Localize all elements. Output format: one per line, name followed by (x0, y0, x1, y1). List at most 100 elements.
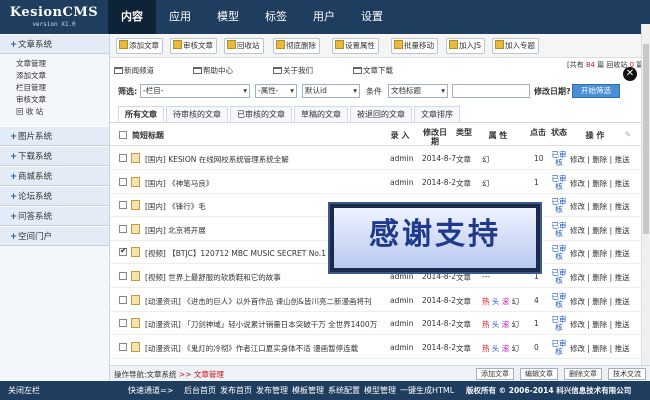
row-delete-link[interactable]: 删除 (592, 344, 607, 353)
article-title[interactable]: [国内] KESION 在线网校系统管理系统全解 (145, 154, 380, 165)
row-edit-link[interactable]: 修改 (570, 320, 585, 329)
row-edit-link[interactable]: 修改 (570, 273, 585, 282)
sidebar-section-article[interactable]: +文章系统 (0, 34, 109, 54)
row-delete-link[interactable]: 删除 (592, 320, 607, 329)
nav-apps[interactable]: 应用 (156, 0, 204, 34)
tab-all[interactable]: 所有文章 (118, 106, 164, 122)
row-checkbox[interactable] (119, 177, 127, 186)
article-status[interactable]: 已审核 (550, 198, 568, 214)
row-delete-link[interactable]: 删除 (592, 179, 607, 188)
row-checkbox[interactable] (119, 246, 127, 257)
article-status[interactable]: 已审核 (550, 316, 568, 332)
nav-models[interactable]: 模型 (204, 0, 252, 34)
sidebar-item-column-manage[interactable]: 栏目管理 (16, 82, 109, 94)
nav-tags[interactable]: 标签 (252, 0, 300, 34)
tab-approved[interactable]: 已审核的文章 (230, 106, 292, 122)
sidebar-item-review-article[interactable]: 审核文章 (16, 94, 109, 106)
sidebar-section-qa[interactable]: +问答系统 (0, 206, 109, 226)
article-status[interactable]: 已审核 (550, 221, 568, 238)
article-status[interactable]: 已审核 (550, 269, 568, 285)
sidebar-section-forum[interactable]: +论坛系统 (0, 186, 109, 206)
row-delete-link[interactable]: 删除 (592, 202, 607, 211)
condition-select[interactable]: 文档标题 ▾ (388, 84, 448, 98)
column-select[interactable]: -栏目- ▾ (140, 84, 250, 98)
tab-pending[interactable]: 待审核的文章 (166, 106, 228, 122)
edit-icon[interactable]: ✎ (622, 130, 634, 139)
row-delete-link[interactable]: 删除 (592, 155, 607, 164)
row-edit-link[interactable]: 修改 (570, 155, 585, 164)
channel-download[interactable]: 文章下载 (353, 65, 393, 76)
row-push-link[interactable]: 推送 (615, 179, 630, 188)
row-delete-link[interactable]: 删除 (592, 249, 607, 258)
row-edit-link[interactable]: 修改 (570, 202, 585, 211)
recycle-button[interactable]: 回收站 (224, 38, 264, 54)
nav-users[interactable]: 用户 (300, 0, 348, 34)
footer-link-publish-home[interactable]: 发布首页 (220, 385, 252, 396)
bottom-add-button[interactable]: 添加文章 (476, 368, 514, 380)
footer-link-template-manage[interactable]: 模板管理 (292, 385, 324, 396)
set-attributes-button[interactable]: 设置属性 (332, 38, 379, 54)
channel-about[interactable]: 关于我们 (273, 65, 313, 76)
channel-help[interactable]: 帮助中心 (193, 65, 233, 76)
row-checkbox[interactable] (119, 295, 127, 304)
sidebar-section-image[interactable]: +图片系统 (0, 126, 109, 146)
row-push-link[interactable]: 推送 (615, 226, 630, 235)
keyword-input[interactable] (452, 84, 530, 98)
footer-link-publish-manage[interactable]: 发布管理 (256, 385, 288, 396)
channel-news[interactable]: 新闻频道 (114, 65, 154, 76)
article-status[interactable]: 已审核 (550, 339, 568, 356)
article-title[interactable]: [国内] 《神笔马良》 (145, 178, 380, 189)
row-edit-link[interactable]: 修改 (570, 179, 585, 188)
article-status[interactable]: 已审核 (550, 292, 568, 309)
breadcrumb-item[interactable]: 文章系统 (147, 370, 177, 379)
attribute-select[interactable]: -属性- ▾ (255, 84, 297, 98)
close-sidebar-link[interactable]: 关闭左栏 (8, 385, 40, 396)
footer-link-generate-html[interactable]: 一键生成HTML (400, 385, 454, 396)
delete-forever-button[interactable]: 彻底删除 (273, 38, 320, 54)
row-push-link[interactable]: 推送 (615, 155, 630, 164)
batch-move-button[interactable]: 批量移动 (391, 38, 438, 54)
close-icon[interactable]: ✕ (623, 67, 637, 81)
sidebar-item-article-manage[interactable]: 文章管理 (16, 58, 109, 70)
bottom-edit-button[interactable]: 编辑文章 (520, 368, 558, 380)
footer-link-admin-home[interactable]: 后台首页 (184, 385, 216, 396)
bottom-delete-button[interactable]: 删除文章 (564, 368, 602, 380)
row-delete-link[interactable]: 删除 (592, 273, 607, 282)
sidebar-section-download[interactable]: +下载系统 (0, 146, 109, 166)
tab-drafts[interactable]: 草稿的文章 (294, 106, 348, 122)
row-checkbox[interactable] (119, 272, 127, 280)
row-checkbox[interactable] (119, 319, 127, 328)
scroll-thumb[interactable] (643, 44, 649, 234)
article-title[interactable]: [动漫资讯] 「刀剑神域」轻小说累计销量日本突破千万 全世界1400万 (145, 319, 380, 330)
article-status[interactable]: 已审核 (550, 174, 568, 191)
nav-content[interactable]: 内容 (108, 0, 156, 34)
scrollbar[interactable] (641, 24, 650, 365)
row-edit-link[interactable]: 修改 (570, 249, 585, 258)
modified-date-label[interactable]: 修改日期? (534, 86, 571, 97)
sidebar-section-space[interactable]: +空间门户 (0, 226, 109, 246)
article-title[interactable]: [动漫资讯] 《鬼灯的冷彻》作者江口夏实身体不适 漫画暂停连载 (145, 343, 380, 354)
add-topic-button[interactable]: 加入专题 (492, 38, 539, 54)
row-push-link[interactable]: 推送 (615, 249, 630, 258)
row-push-link[interactable]: 推送 (615, 297, 630, 306)
row-delete-link[interactable]: 删除 (592, 297, 607, 306)
sidebar-section-shop[interactable]: +商城系统 (0, 166, 109, 186)
footer-link-model-manage[interactable]: 模型管理 (364, 385, 396, 396)
add-js-button[interactable]: 加入JS (446, 38, 485, 54)
nav-settings[interactable]: 设置 (348, 0, 396, 34)
row-edit-link[interactable]: 修改 (570, 226, 585, 235)
row-push-link[interactable]: 推送 (615, 273, 630, 282)
row-checkbox[interactable] (119, 154, 127, 162)
add-article-button[interactable]: 添加文章 (116, 38, 163, 54)
sidebar-item-add-article[interactable]: 添加文章 (16, 70, 109, 82)
row-push-link[interactable]: 推送 (615, 320, 630, 329)
footer-link-system-config[interactable]: 系统配置 (328, 385, 360, 396)
start-filter-button[interactable]: 开始筛选 (572, 84, 620, 98)
sort-select[interactable]: 默认id ▾ (302, 84, 360, 98)
row-push-link[interactable]: 推送 (615, 344, 630, 353)
review-article-button[interactable]: 审核文章 (170, 38, 217, 54)
select-all-checkbox[interactable] (119, 131, 127, 139)
article-status[interactable]: 已审核 (550, 245, 568, 261)
row-edit-link[interactable]: 修改 (570, 297, 585, 306)
sidebar-item-recycle[interactable]: 回 收 站 (16, 106, 109, 118)
